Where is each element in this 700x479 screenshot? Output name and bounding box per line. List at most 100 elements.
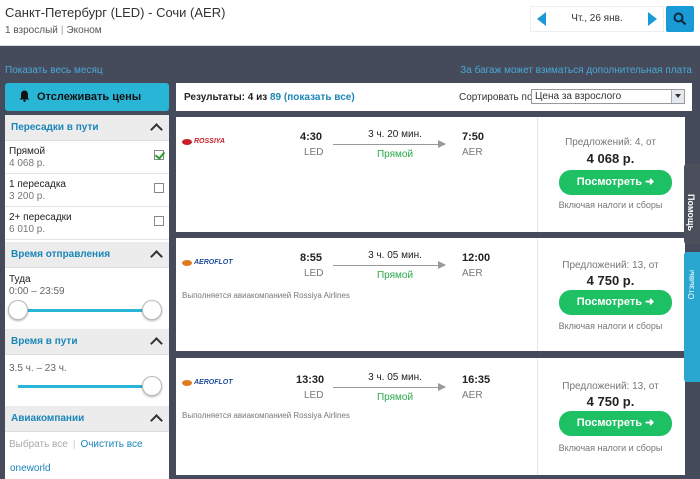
arrival-code: AER xyxy=(462,268,483,279)
chevron-up-icon[interactable] xyxy=(150,250,163,263)
departure-code: LED xyxy=(304,147,324,158)
passengers-text: 1 взрослый xyxy=(5,25,58,36)
arrival-time: 7:50 xyxy=(462,131,485,143)
flight-card[interactable]: AEROFLOT Выполняется авиакомпанией Rossi… xyxy=(176,238,685,351)
sort-label: Сортировать по xyxy=(459,92,533,103)
clear-all-link[interactable]: Очистить все xyxy=(80,439,142,450)
route-title: Санкт-Петербург (LED) - Сочи (AER) xyxy=(5,5,226,20)
departure-time: 13:30 xyxy=(296,374,325,386)
route-arrow-icon xyxy=(333,140,446,148)
departure-filter-header[interactable]: Время отправления xyxy=(5,242,169,268)
next-date-icon[interactable] xyxy=(648,12,657,26)
flight-card[interactable]: ROSSIYA 4:30 LED 3 ч. 20 мин. Прямой 7:5… xyxy=(176,117,685,232)
stop-option-label: 1 пересадка xyxy=(9,179,66,190)
departure-slider-min-handle[interactable] xyxy=(8,300,28,320)
stop-option-direct[interactable]: Прямой 4 068 р. xyxy=(5,142,169,174)
airline-logo-rossiya: ROSSIYA xyxy=(182,137,230,149)
header: Санкт-Петербург (LED) - Сочи (AER) 1 взр… xyxy=(0,0,700,46)
select-all-link[interactable]: Выбрать все xyxy=(9,439,68,450)
flight-duration: 3 ч. 05 мин. xyxy=(368,250,422,261)
arrival-time: 12:00 xyxy=(462,252,491,264)
view-offer-button[interactable]: Посмотреть ➜ xyxy=(559,170,672,195)
stop-option-price: 6 010 р. xyxy=(9,224,46,235)
offers-count: Предложений: 13, от xyxy=(562,260,659,271)
departure-direction-label: Туда xyxy=(9,274,31,285)
date-text[interactable]: Чт., 26 янв. xyxy=(531,13,663,24)
bell-icon xyxy=(19,90,30,102)
chevron-up-icon[interactable] xyxy=(150,414,163,427)
track-prices-label: Отслеживать цены xyxy=(37,91,142,103)
results-bar: Результаты: 4 из 89 (показать все) Сорти… xyxy=(176,83,692,111)
departure-range-value: 0:00 – 23:59 xyxy=(9,286,65,297)
stops-filter-header[interactable]: Пересадки в пути xyxy=(5,115,169,141)
results-prefix: Результаты: 4 из xyxy=(184,92,268,103)
cabin-text: Эконом xyxy=(66,25,102,36)
show-all-link[interactable]: (показать все) xyxy=(284,92,355,103)
stops-filter-title: Пересадки в пути xyxy=(11,122,99,133)
date-picker[interactable]: Чт., 26 янв. xyxy=(530,6,664,32)
taxes-note: Включая налоги и сборы xyxy=(558,200,663,210)
flight-card[interactable]: AEROFLOT Выполняется авиакомпанией Rossi… xyxy=(176,358,685,475)
operated-by-text: Выполняется авиакомпанией Rossiya Airlin… xyxy=(182,291,350,300)
offers-count: Предложений: 4, от xyxy=(565,137,656,148)
stop-option-label: 2+ пересадки xyxy=(9,212,72,223)
arrival-time: 16:35 xyxy=(462,374,491,386)
departure-slider-track[interactable] xyxy=(18,309,154,312)
departure-slider-max-handle[interactable] xyxy=(142,300,162,320)
stops-text: Прямой xyxy=(376,270,414,281)
duration-filter-header[interactable]: Время в пути xyxy=(5,329,169,355)
stop-option-one[interactable]: 1 пересадка 3 200 р. xyxy=(5,175,169,207)
departure-code: LED xyxy=(304,390,324,401)
stop-option-two-plus[interactable]: 2+ пересадки 6 010 р. xyxy=(5,208,169,240)
duration-slider-track[interactable] xyxy=(18,385,154,388)
sort-select[interactable]: Цена за взрослого xyxy=(531,89,685,104)
airlines-select-links: Выбрать все | Очистить все xyxy=(9,439,143,450)
duration-slider-max-handle[interactable] xyxy=(142,376,162,396)
help-tab[interactable]: Помощь xyxy=(684,164,700,244)
show-month-link[interactable]: Показать весь месяц xyxy=(5,65,103,76)
taxes-note: Включая налоги и сборы xyxy=(558,443,663,453)
chevron-down-icon[interactable] xyxy=(671,90,684,103)
route-arrow-icon xyxy=(333,383,446,391)
route-arrow-icon xyxy=(333,261,446,269)
offers-count: Предложений: 13, от xyxy=(562,381,659,392)
price: 4 750 р. xyxy=(586,273,635,288)
stops-text: Прямой xyxy=(376,149,414,160)
departure-time: 4:30 xyxy=(300,131,323,143)
chevron-up-icon[interactable] xyxy=(150,337,163,350)
stop-option-price: 3 200 р. xyxy=(9,191,46,202)
two-plus-checkbox[interactable] xyxy=(154,216,164,226)
track-prices-button[interactable]: Отслеживать цены xyxy=(5,83,169,111)
arrival-code: AER xyxy=(462,147,483,158)
view-offer-button[interactable]: Посмотреть ➜ xyxy=(559,411,672,436)
flight-duration: 3 ч. 05 мин. xyxy=(368,372,422,383)
baggage-fee-link[interactable]: За багаж может взиматься дополнительная … xyxy=(460,65,692,76)
stop-option-price: 4 068 р. xyxy=(9,158,46,169)
airlines-filter-header[interactable]: Авиакомпании xyxy=(5,406,169,432)
direct-checkbox[interactable] xyxy=(154,150,164,160)
flight-duration: 3 ч. 20 мин. xyxy=(368,129,422,140)
one-stop-checkbox[interactable] xyxy=(154,183,164,193)
airlines-filter-title: Авиакомпании xyxy=(11,413,85,424)
feedback-tab[interactable]: Отзывы xyxy=(684,252,700,382)
search-icon xyxy=(673,12,687,26)
duration-filter-title: Время в пути xyxy=(11,336,78,347)
taxes-note: Включая налоги и сборы xyxy=(558,321,663,331)
arrival-code: AER xyxy=(462,390,483,401)
filters-sidebar: Пересадки в пути Прямой 4 068 р. 1 перес… xyxy=(5,115,169,479)
chevron-up-icon[interactable] xyxy=(150,123,163,136)
sort-select-value: Цена за взрослого xyxy=(535,91,622,102)
price: 4 750 р. xyxy=(586,394,635,409)
airline-logo-aeroflot: AEROFLOT xyxy=(182,258,233,270)
departure-filter-title: Время отправления xyxy=(11,249,111,260)
results-total[interactable]: 89 xyxy=(270,92,281,103)
alliance-oneworld[interactable]: oneworld xyxy=(10,463,51,474)
operated-by-text: Выполняется авиакомпанией Rossiya Airlin… xyxy=(182,411,350,420)
view-offer-button[interactable]: Посмотреть ➜ xyxy=(559,290,672,315)
airline-logo-text: AEROFLOT xyxy=(194,379,233,386)
help-tab-label: Помощь xyxy=(686,194,696,232)
departure-code: LED xyxy=(304,268,324,279)
search-button[interactable] xyxy=(666,6,694,32)
airline-logo-text: ROSSIYA xyxy=(194,138,225,145)
stop-option-label: Прямой xyxy=(9,146,46,157)
